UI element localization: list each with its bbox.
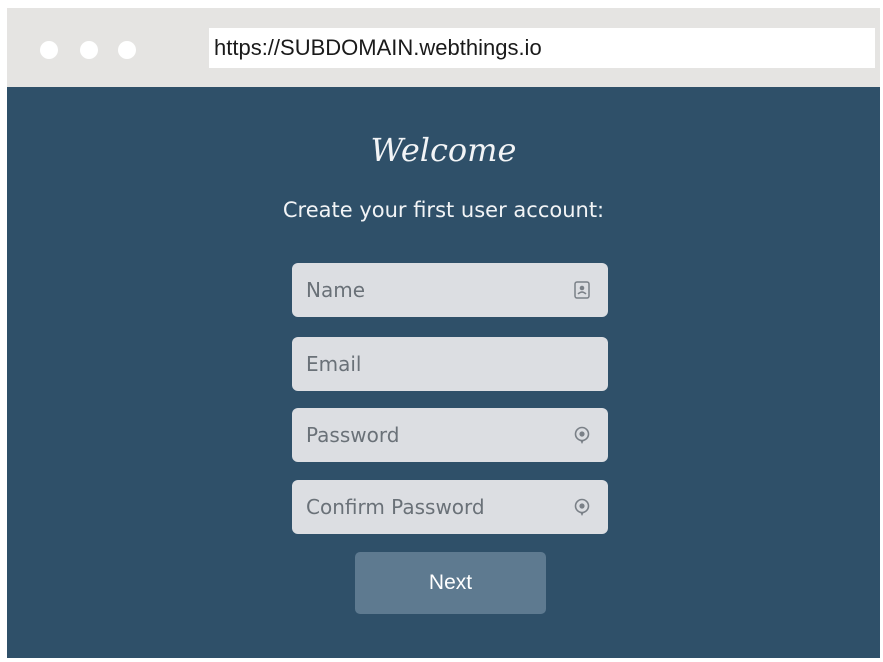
email-field[interactable] bbox=[292, 337, 608, 391]
email-input[interactable] bbox=[292, 337, 562, 391]
address-bar[interactable]: https://SUBDOMAIN.webthings.io bbox=[209, 28, 875, 68]
page-subtitle: Create your first user account: bbox=[282, 198, 605, 222]
window-minimize-dot[interactable] bbox=[80, 41, 98, 59]
name-field[interactable] bbox=[292, 263, 608, 317]
contact-card-icon bbox=[574, 281, 590, 299]
browser-titlebar: https://SUBDOMAIN.webthings.io bbox=[7, 8, 880, 87]
window-close-dot[interactable] bbox=[40, 41, 58, 59]
password-input[interactable] bbox=[292, 408, 562, 462]
password-field[interactable] bbox=[292, 408, 608, 462]
confirm-password-input[interactable] bbox=[292, 480, 562, 534]
browser-window: https://SUBDOMAIN.webthings.io Welcome C… bbox=[7, 8, 880, 658]
name-input[interactable] bbox=[292, 263, 562, 317]
window-maximize-dot[interactable] bbox=[118, 41, 136, 59]
next-button[interactable]: Next bbox=[355, 552, 546, 614]
page-title: Welcome bbox=[370, 131, 517, 169]
key-icon bbox=[574, 498, 590, 516]
confirm-password-field[interactable] bbox=[292, 480, 608, 534]
key-icon bbox=[574, 426, 590, 444]
setup-page: Welcome Create your first user account: bbox=[7, 87, 880, 658]
